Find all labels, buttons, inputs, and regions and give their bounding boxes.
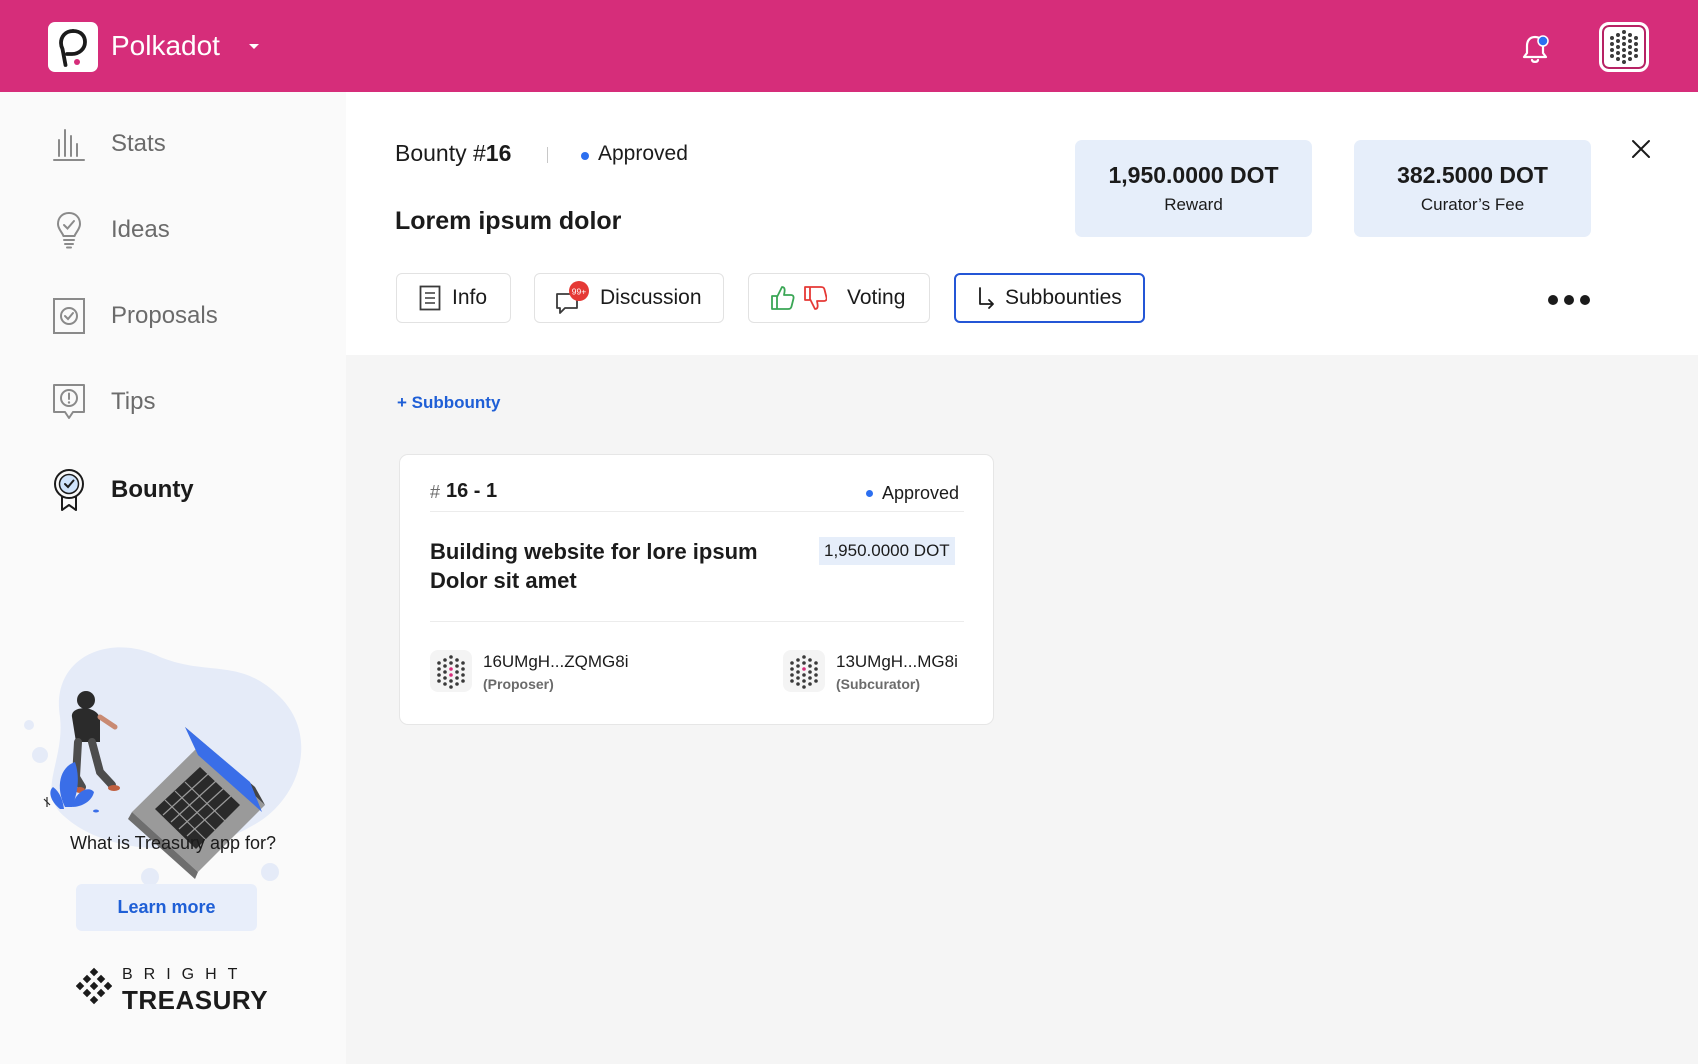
proposer: 16UMgH...ZQMG8i (Proposer) [430, 650, 660, 696]
tab-info[interactable]: Info [396, 273, 511, 323]
sidebar-item-ideas[interactable]: Ideas [52, 205, 312, 255]
user-avatar[interactable] [1599, 22, 1649, 72]
reward-value: 1,950.0000 DOT [1108, 162, 1279, 188]
bounty-title: Lorem ipsum dolor [395, 207, 622, 235]
brand-treasury-text: TREASURY [122, 985, 269, 1015]
chat-bubble-icon: 99+ [556, 281, 589, 314]
status-dot [866, 490, 873, 497]
sidebar-item-label: Stats [111, 130, 166, 157]
sidebar-item-label: Ideas [111, 216, 170, 243]
add-subbounty-link[interactable]: + Subbounty [397, 393, 500, 413]
brand-bright-text: BRIGHT [122, 966, 249, 983]
sidebar-item-label: Proposals [111, 302, 218, 329]
sidebar-item-stats[interactable]: Stats [52, 119, 312, 169]
sidebar-item-tips[interactable]: Tips [52, 377, 312, 427]
divider [430, 511, 964, 512]
sidebar: Stats Ideas Proposals Tips Bounty What i… [0, 92, 346, 1064]
learn-more-button[interactable]: Learn more [76, 884, 257, 931]
subbounty-status: Approved [882, 483, 960, 503]
promo-text: What is Treasury app for? [69, 833, 277, 853]
tip-alert-icon [52, 382, 86, 422]
network-name[interactable]: Polkadot [111, 30, 220, 62]
subbounty-hash: # [430, 482, 441, 502]
bounty-badge-icon [52, 469, 86, 511]
bounty-id: Bounty #16 [395, 140, 511, 167]
caret-down-icon[interactable] [246, 38, 262, 54]
subcurator-identicon-icon [783, 650, 825, 692]
reward-card: 1,950.0000 DOT Reward [1075, 140, 1312, 237]
bounty-id-label: Bounty # [395, 140, 486, 166]
curator-fee-value: 382.5000 DOT [1397, 162, 1548, 188]
bounty-status: Approved [598, 142, 688, 165]
identicon-avatar-icon [1610, 30, 1638, 64]
subbounty-title: Building website for lore ipsum Dolor si… [430, 539, 758, 593]
status-dot [581, 152, 589, 160]
bounty-id-number: 16 [485, 140, 512, 166]
sidebar-item-bounty[interactable]: Bounty [52, 465, 312, 515]
proposer-role: (Proposer) [483, 676, 554, 692]
close-icon[interactable] [1630, 138, 1652, 160]
subbounty-amount: 1,950.0000 DOT [819, 537, 955, 565]
proposer-address[interactable]: 16UMgH...ZQMG8i [483, 652, 628, 672]
proposal-check-icon [52, 296, 86, 336]
tab-label: Voting [847, 286, 906, 309]
tab-voting[interactable]: Voting [748, 273, 930, 323]
document-icon [419, 285, 441, 311]
tab-discussion[interactable]: 99+ Discussion [534, 273, 724, 323]
subcurator: 13UMgH...MG8i (Subcurator) [783, 650, 968, 696]
tab-label: Subbounties [1005, 286, 1122, 309]
bell-icon[interactable] [1520, 32, 1550, 66]
tab-subbounties[interactable]: Subbounties [954, 273, 1145, 323]
polkadot-logo-icon[interactable] [48, 22, 98, 72]
divider [547, 147, 548, 163]
proposer-identicon-icon [430, 650, 472, 692]
tab-label: Discussion [600, 286, 702, 309]
sidebar-item-label: Tips [111, 388, 156, 415]
top-bar: Polkadot [0, 0, 1698, 92]
curator-fee-label: Curator’s Fee [1420, 195, 1525, 214]
subcurator-address[interactable]: 13UMgH...MG8i [836, 652, 958, 672]
lightbulb-icon [52, 210, 86, 250]
sidebar-item-proposals[interactable]: Proposals [52, 291, 312, 341]
bright-treasury-logo-icon [76, 967, 112, 1005]
sidebar-item-label: Bounty [111, 476, 194, 503]
curator-fee-card: 382.5000 DOT Curator’s Fee [1354, 140, 1591, 237]
thumbs-up-down-icon [771, 286, 827, 310]
divider [430, 621, 964, 622]
stats-icon [52, 124, 86, 164]
subdirectory-arrow-icon [979, 287, 994, 309]
badge-count: 99+ [572, 287, 586, 297]
subcurator-role: (Subcurator) [836, 676, 920, 692]
more-options-icon[interactable] [1547, 294, 1591, 306]
tab-label: Info [452, 286, 488, 309]
subbounty-number: 16 - 1 [446, 480, 498, 502]
reward-label: Reward [1164, 195, 1223, 214]
subbounty-card[interactable]: # 16 - 1 Approved Building website for l… [399, 454, 994, 725]
laptop-illustration [24, 647, 302, 886]
